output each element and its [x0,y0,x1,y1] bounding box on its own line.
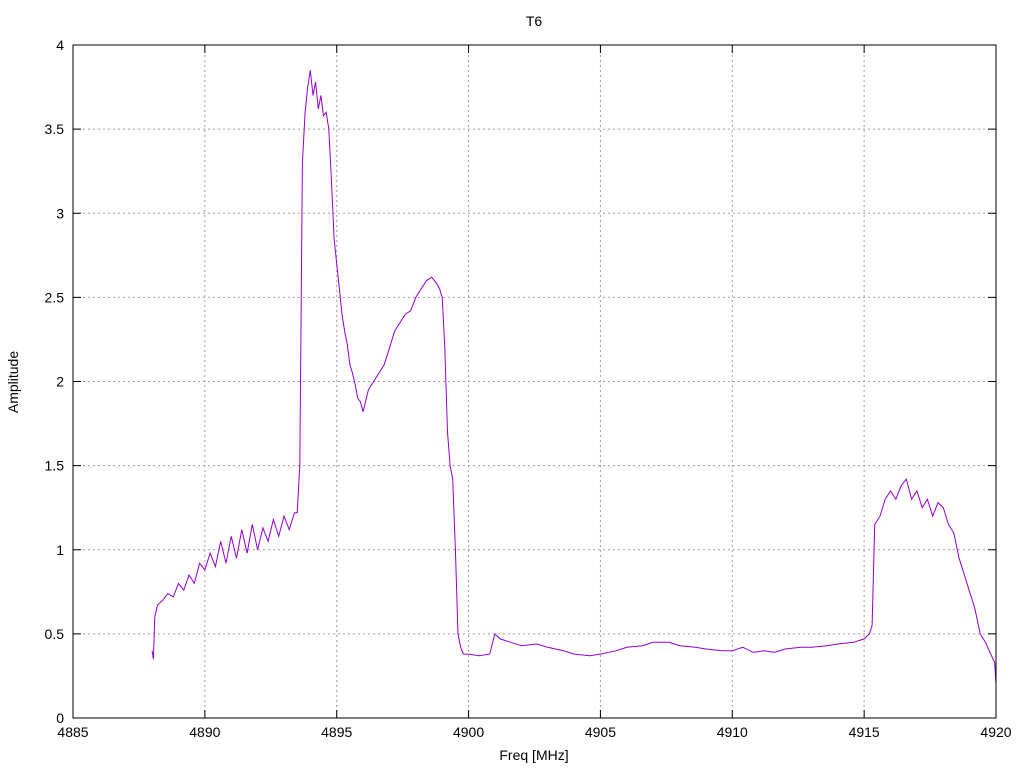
x-axis-label: Freq [MHz] [499,747,568,763]
y-tick-label: 1 [56,542,64,558]
y-tick-label: 3.5 [45,121,65,137]
y-tick-label: 3 [56,205,64,221]
x-tick-label: 4910 [717,724,748,740]
chart: T6 4885 4890 4895 4900 4905 4910 4915 4920 0 0.5… [0,0,1024,768]
y-tick-label: 0 [56,710,64,726]
y-tick-label: 1.5 [45,458,65,474]
x-tick-label: 4885 [57,724,88,740]
y-tick-label: 0.5 [45,626,65,642]
x-tick-label: 4890 [189,724,220,740]
x-tick-label: 4920 [980,724,1011,740]
x-tick-label: 4915 [849,724,880,740]
y-axis-label: Amplitude [5,351,21,413]
y-tick-label: 4 [56,37,64,53]
x-tick-label: 4895 [321,724,352,740]
y-tick-label: 2.5 [45,289,65,305]
x-tick-label: 4900 [453,724,484,740]
x-tick-label: 4905 [585,724,616,740]
chart-title: T6 [526,13,543,29]
y-tick-label: 2 [56,374,64,390]
